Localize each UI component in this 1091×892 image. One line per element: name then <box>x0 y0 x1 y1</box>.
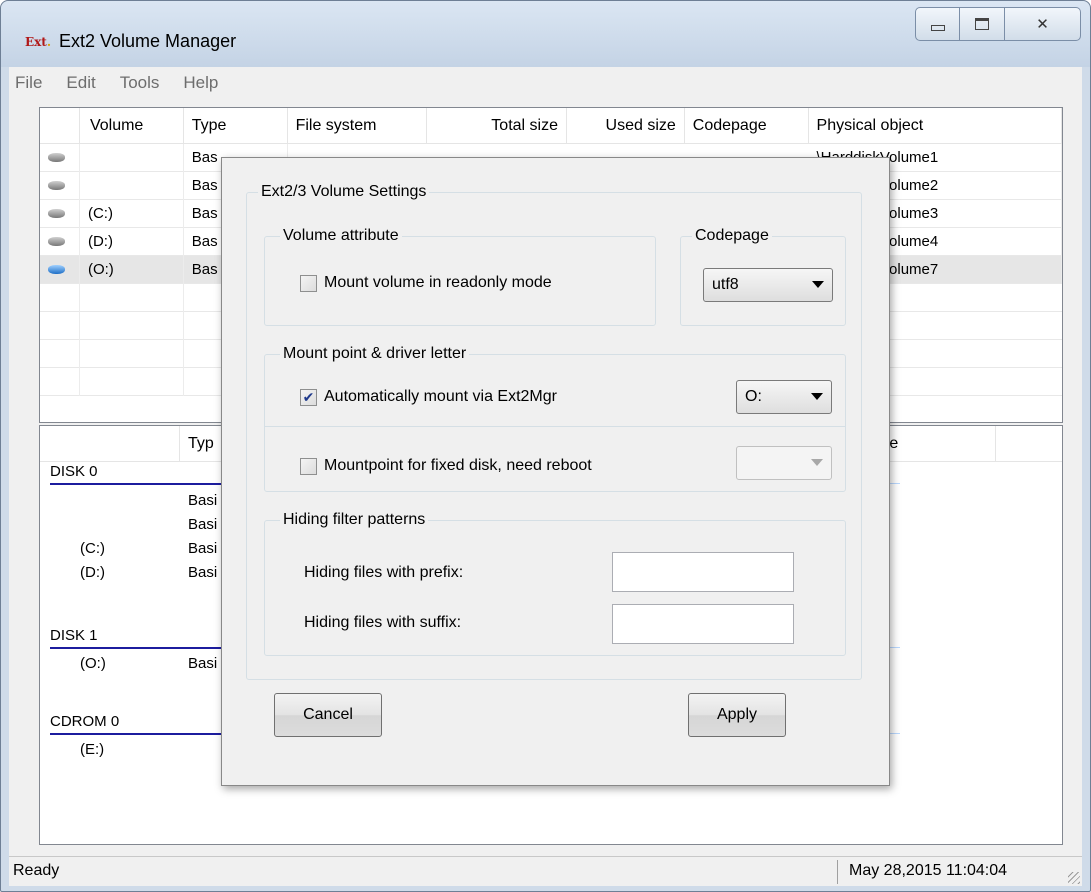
column-codepage[interactable]: Codepage <box>685 108 809 144</box>
blue-disk-icon <box>48 265 65 274</box>
suffix-input[interactable] <box>612 604 794 644</box>
disk-group-label: DISK 0 <box>50 463 98 480</box>
fixed-mountpoint-select <box>736 446 832 480</box>
disk-group-underline <box>50 733 230 735</box>
disk-column-name[interactable] <box>40 426 180 462</box>
status-separator <box>837 860 838 884</box>
partition-type: Basi <box>188 516 218 533</box>
disk-group-label: CDROM 0 <box>50 713 120 730</box>
volume-list-header: Volume Type File system Total size Used … <box>40 108 1062 144</box>
volume-name: (C:) <box>80 199 184 228</box>
menu-edit[interactable]: Edit <box>64 73 97 93</box>
menu-help[interactable]: Help <box>181 73 220 93</box>
partition-type: Basi <box>188 492 218 509</box>
hiding-filter-title: Hiding filter patterns <box>280 511 429 529</box>
close-icon: ✕ <box>1036 16 1049 33</box>
volume-name: (O:) <box>80 255 184 284</box>
volume-settings-title: Ext2/3 Volume Settings <box>258 183 430 201</box>
checkmark-icon: ✔ <box>302 389 315 405</box>
cancel-button[interactable]: Cancel <box>274 693 382 737</box>
gray-disk-icon <box>48 181 65 190</box>
title-bar[interactable]: Ext. Ext2 Volume Manager ✕ <box>1 1 1090 67</box>
volume-attribute-title: Volume attribute <box>280 227 402 245</box>
codepage-title: Codepage <box>692 227 772 245</box>
prefix-input[interactable] <box>612 552 794 592</box>
fixed-mountpoint-label: Mountpoint for fixed disk, need reboot <box>324 457 592 474</box>
minimize-button[interactable] <box>915 7 960 41</box>
window-controls: ✕ <box>915 7 1081 41</box>
menu-tools[interactable]: Tools <box>118 73 162 93</box>
prefix-label: Hiding files with prefix: <box>304 564 464 581</box>
maximize-icon <box>975 18 989 30</box>
mount-point-title: Mount point & driver letter <box>280 345 470 363</box>
auto-mount-label: Automatically mount via Ext2Mgr <box>324 388 557 405</box>
codepage-value: utf8 <box>712 276 739 293</box>
minimize-icon <box>930 25 945 31</box>
chevron-down-icon <box>811 459 823 466</box>
close-button[interactable]: ✕ <box>1005 7 1081 41</box>
menu-file[interactable]: File <box>13 73 44 93</box>
column-volume[interactable]: Volume <box>80 108 184 144</box>
readonly-checkbox[interactable] <box>300 274 317 292</box>
partition-name: (C:) <box>80 540 105 557</box>
menu-bar: File Edit Tools Help <box>9 67 1082 99</box>
auto-mount-checkbox[interactable]: ✔ <box>300 388 317 406</box>
status-bar: Ready May 28,2015 11:04:04 <box>9 856 1082 886</box>
column-type[interactable]: Type <box>184 108 288 144</box>
column-icon[interactable] <box>40 108 80 144</box>
gray-disk-icon <box>48 237 65 246</box>
maximize-button[interactable] <box>960 7 1005 41</box>
column-used-size[interactable]: Used size <box>567 108 685 144</box>
partition-name: (O:) <box>80 655 106 672</box>
drive-letter-value: O: <box>745 388 762 405</box>
partition-type: Basi <box>188 564 218 581</box>
readonly-checkbox-row[interactable]: Mount volume in readonly mode <box>300 274 552 292</box>
gray-disk-icon <box>48 209 65 218</box>
chevron-down-icon <box>812 281 824 288</box>
chevron-down-icon <box>811 393 823 400</box>
fixed-mountpoint-checkbox[interactable] <box>300 457 317 475</box>
status-datetime: May 28,2015 11:04:04 <box>849 862 1008 879</box>
disk-group-label: DISK 1 <box>50 627 98 644</box>
gray-disk-icon <box>48 153 65 162</box>
auto-mount-checkbox-row[interactable]: ✔ Automatically mount via Ext2Mgr <box>300 388 557 406</box>
volume-name: (D:) <box>80 227 184 256</box>
drive-letter-select[interactable]: O: <box>736 380 832 414</box>
volume-settings-dialog: Ext2/3 Volume Settings Volume attribute … <box>221 157 890 786</box>
column-physical-object[interactable]: Physical object <box>809 108 1062 144</box>
suffix-label: Hiding files with suffix: <box>304 614 462 631</box>
disk-group-underline <box>50 483 230 485</box>
readonly-label: Mount volume in readonly mode <box>324 274 552 291</box>
volume-name <box>80 171 184 200</box>
partition-type: Basi <box>188 540 218 557</box>
partition-name: (E:) <box>80 741 105 758</box>
volume-name <box>80 143 184 172</box>
column-file-system[interactable]: File system <box>288 108 428 144</box>
status-text: Ready <box>13 862 60 879</box>
disk-group-underline <box>50 647 230 649</box>
resize-grip-icon[interactable] <box>1068 872 1080 884</box>
window-title: Ext2 Volume Manager <box>59 31 237 51</box>
codepage-select[interactable]: utf8 <box>703 268 833 302</box>
mount-point-divider <box>264 426 846 427</box>
column-total-size[interactable]: Total size <box>427 108 567 144</box>
partition-name: (D:) <box>80 564 105 581</box>
apply-button[interactable]: Apply <box>688 693 786 737</box>
fixed-mountpoint-checkbox-row[interactable]: Mountpoint for fixed disk, need reboot <box>300 457 592 475</box>
ext2-app-icon: Ext. <box>25 35 52 49</box>
partition-type: Basi <box>188 655 218 672</box>
